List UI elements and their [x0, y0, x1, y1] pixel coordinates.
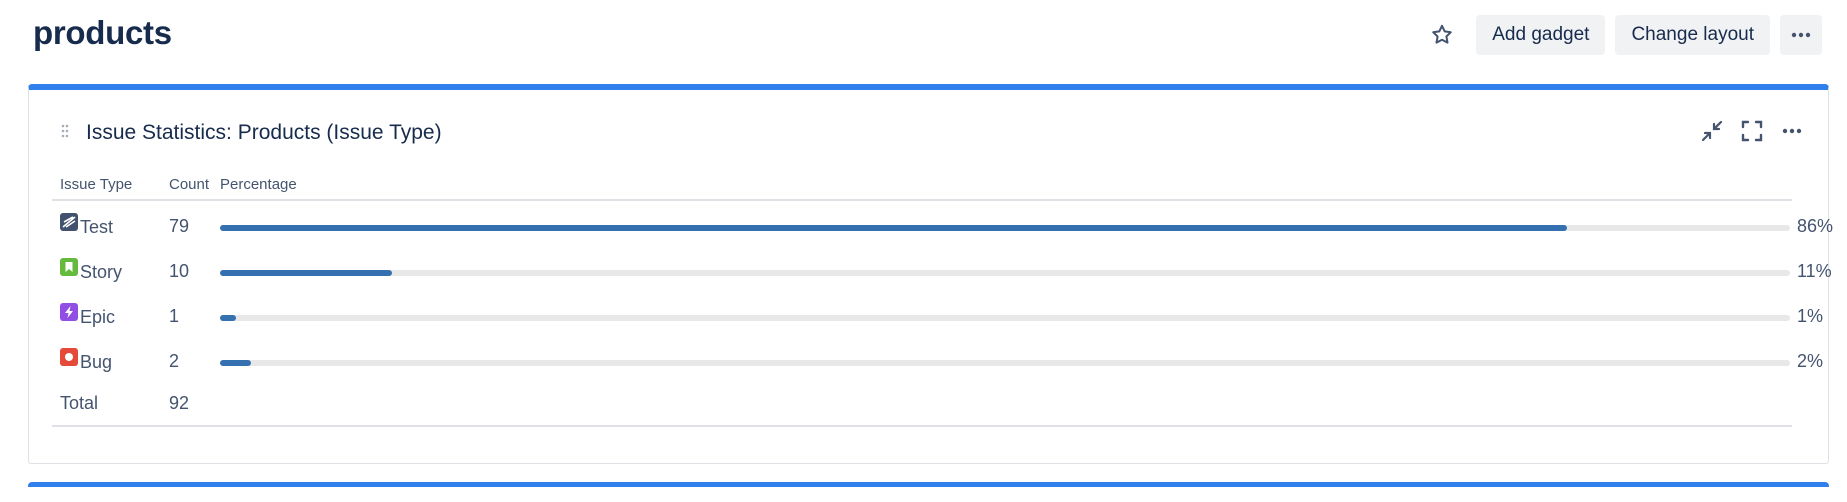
issue-statistics-gadget: Issue Statistics: Products (Issue Type) … — [28, 84, 1833, 464]
percentage-bar-fill — [220, 315, 236, 321]
header-actions: Add gadget Change layout — [1422, 15, 1822, 55]
bug-issue-icon — [60, 348, 78, 366]
gadget-more-button[interactable] — [1780, 119, 1804, 143]
fullscreen-icon[interactable] — [1740, 119, 1764, 143]
issue-type-label[interactable]: Test — [80, 217, 113, 238]
issue-type-label[interactable]: Bug — [80, 352, 112, 373]
more-actions-button[interactable] — [1780, 15, 1822, 55]
drag-handle-icon[interactable] — [61, 124, 69, 143]
table-row: Story 10 11% — [52, 246, 1832, 291]
star-icon[interactable] — [1422, 15, 1462, 55]
percentage-bar — [220, 360, 1790, 366]
percentage-value: 2% — [1797, 351, 1824, 371]
percentage-value: 86% — [1797, 216, 1834, 236]
add-gadget-button[interactable]: Add gadget — [1476, 15, 1606, 55]
statistics-table: Issue Type Count Percentage Test 79 86% … — [52, 170, 1833, 427]
ellipsis-icon — [1782, 128, 1802, 134]
column-header-count: Count — [169, 176, 210, 193]
percentage-bar-fill — [220, 360, 252, 366]
issue-count: 10 — [169, 261, 190, 281]
table-header: Issue Type Count Percentage — [52, 170, 1792, 201]
gadget-controls — [1700, 119, 1804, 143]
column-header-percentage: Percentage — [220, 176, 297, 193]
table-row: Bug 2 2% — [52, 336, 1823, 381]
minimize-icon[interactable] — [1700, 119, 1724, 143]
percentage-bar — [220, 225, 1790, 231]
issue-count: 1 — [169, 306, 180, 326]
percentage-bar-fill — [220, 225, 1568, 231]
change-layout-button[interactable]: Change layout — [1615, 15, 1770, 55]
page-title: products — [33, 14, 172, 51]
epic-issue-icon — [60, 303, 78, 321]
percentage-bar-fill — [220, 270, 393, 276]
ellipsis-icon — [1791, 32, 1811, 38]
issue-type-label[interactable]: Story — [80, 262, 122, 283]
gadget-title: Issue Statistics: Products (Issue Type) — [86, 121, 442, 144]
story-issue-icon — [60, 258, 78, 276]
issue-count: 2 — [169, 351, 180, 371]
percentage-bar — [220, 270, 1790, 276]
percentage-value: 11% — [1797, 261, 1832, 281]
issue-type-label[interactable]: Epic — [80, 307, 115, 328]
total-count: 92 — [169, 393, 190, 413]
table-row: Epic 1 1% — [52, 291, 1823, 336]
percentage-bar — [220, 315, 1790, 321]
table-row: Test 79 86% — [52, 201, 1833, 246]
percentage-value: 1% — [1797, 306, 1824, 326]
column-header-issue-type: Issue Type — [60, 176, 133, 193]
issue-count: 79 — [169, 216, 190, 236]
test-issue-icon — [60, 213, 78, 231]
total-label: Total — [60, 393, 99, 413]
total-row: Total 92 — [52, 381, 1792, 427]
next-gadget-edge — [28, 482, 1829, 502]
